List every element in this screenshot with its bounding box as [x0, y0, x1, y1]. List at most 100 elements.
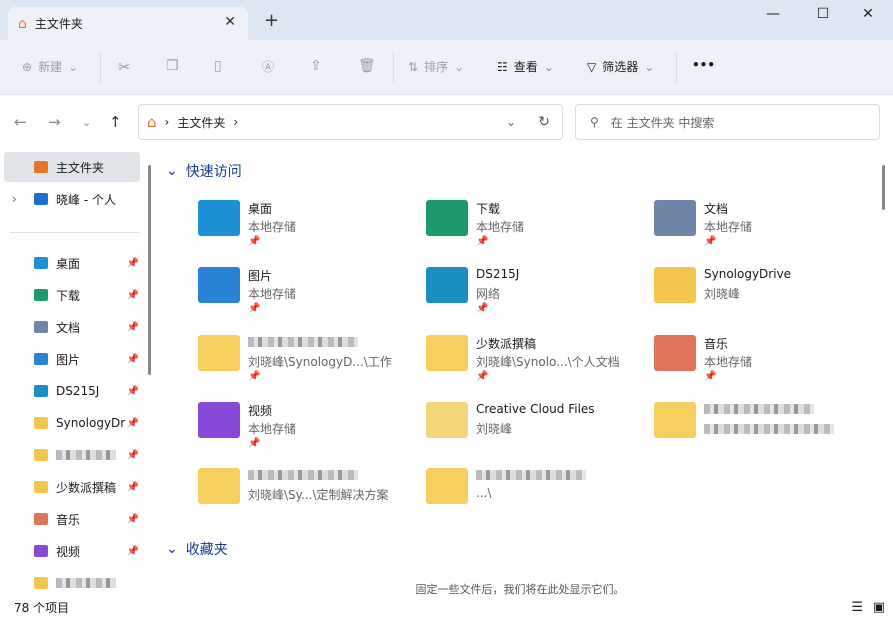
- trash-icon: 🗑: [358, 58, 376, 74]
- close-button[interactable]: ✕: [853, 6, 883, 22]
- folder-icon: [426, 267, 468, 303]
- quick-access-item[interactable]: ...\: [426, 468, 646, 528]
- sidebar-item[interactable]: 少数派撰稿 📌: [0, 472, 145, 502]
- sort-button[interactable]: ⇅ 排序 ⌄: [408, 58, 464, 75]
- sidebar-item[interactable]: 桌面 📌: [0, 248, 145, 278]
- chevron-down-icon: ⌄: [68, 59, 79, 74]
- address-dropdown-icon[interactable]: ⌄: [506, 115, 516, 129]
- folder-icon: [34, 353, 48, 365]
- item-name: Creative Cloud Files: [476, 402, 595, 416]
- pin-icon: 📌: [126, 353, 139, 365]
- breadcrumb-home[interactable]: 主文件夹: [177, 114, 225, 131]
- minimize-button[interactable]: —: [758, 6, 788, 22]
- favorites-title: 收藏夹: [185, 542, 228, 558]
- quick-access-item[interactable]: 视频 本地存储 📌: [198, 402, 418, 462]
- pin-icon: 📌: [126, 417, 139, 429]
- blurred-name: [248, 337, 358, 347]
- sidebar-item-label: DS215J: [56, 384, 100, 398]
- sidebar-item[interactable]: 下载 📌: [0, 280, 145, 310]
- sidebar-item[interactable]: [0, 568, 145, 598]
- quick-access-item[interactable]: 少数派撰稿 刘晓峰\Synolo...\个人文档 📌: [426, 335, 646, 395]
- sidebar-item[interactable]: 视频 📌: [0, 536, 145, 566]
- rename-button[interactable]: Ⓐ: [262, 58, 274, 75]
- quick-access-item[interactable]: 刘晓峰\SynologyD...\工作 📌: [198, 335, 418, 395]
- new-button[interactable]: ⊕ 新建 ⌄: [22, 58, 78, 75]
- sidebar-item[interactable]: › 晓峰 - 个人: [0, 184, 145, 214]
- details-view-icon[interactable]: ☰: [851, 600, 863, 615]
- quick-access-item[interactable]: Creative Cloud Files 刘晓峰: [426, 402, 646, 462]
- item-location: 本地存储: [476, 220, 525, 234]
- more-button[interactable]: •••: [692, 58, 715, 72]
- item-location: 刘晓峰\SynologyD...\工作: [248, 355, 392, 369]
- blurred-name: [248, 470, 358, 480]
- sidebar-scrollbar[interactable]: [148, 165, 151, 375]
- content-scrollbar[interactable]: [882, 165, 885, 210]
- delete-button[interactable]: 🗑: [358, 58, 376, 74]
- folder-icon: [34, 289, 48, 301]
- item-name: DS215J: [476, 267, 520, 281]
- copy-button[interactable]: ❐: [166, 58, 179, 74]
- quick-access-item[interactable]: 桌面 本地存储 📌: [198, 200, 418, 260]
- filter-label: 筛选器: [602, 60, 639, 74]
- favorites-header[interactable]: ⌄ 收藏夹: [166, 539, 228, 559]
- pin-icon: 📌: [704, 371, 717, 382]
- paste-button[interactable]: ▯: [214, 58, 222, 74]
- address-bar[interactable]: ⌂ › 主文件夹 › ⌄ ↻: [138, 104, 563, 140]
- filter-icon: ▽: [587, 59, 597, 74]
- folder-icon: [34, 385, 48, 397]
- sidebar-item[interactable]: 📌: [0, 440, 145, 470]
- pin-icon: 📌: [248, 371, 261, 382]
- pin-icon: 📌: [704, 236, 717, 247]
- sidebar-item-label: 图片: [56, 352, 81, 367]
- folder-icon: [654, 335, 696, 371]
- pin-icon: 📌: [476, 236, 489, 247]
- item-name: SynologyDrive: [704, 267, 792, 281]
- list-icon: ☷: [497, 59, 508, 74]
- sidebar-item-label: 少数派撰稿: [56, 480, 117, 495]
- sidebar-item[interactable]: 音乐 📌: [0, 504, 145, 534]
- status-bar: 78 个项目 ☰ ▣: [0, 596, 893, 619]
- tab-home[interactable]: ⌂ 主文件夹 ✕: [8, 7, 248, 40]
- sidebar-item[interactable]: 文档 📌: [0, 312, 145, 342]
- quick-access-item[interactable]: 音乐 本地存储 📌: [654, 335, 874, 395]
- blurred-label: [56, 450, 116, 460]
- share-icon: ⇪: [310, 58, 322, 74]
- quick-access-item[interactable]: [654, 402, 874, 462]
- back-icon[interactable]: ←: [14, 113, 27, 131]
- quick-access-item[interactable]: 文档 本地存储 📌: [654, 200, 874, 260]
- chevron-down-icon: ⌄: [543, 59, 554, 74]
- new-tab-button[interactable]: +: [264, 10, 279, 31]
- navigation-pane: 主文件夹 › 晓峰 - 个人 桌面 📌 下载 📌 文档 📌 图片 📌 DS215J 📌 SynologyD…: [0, 151, 155, 596]
- title-bar: ⌂ 主文件夹 ✕ + — ☐ ✕: [0, 0, 893, 40]
- forward-icon[interactable]: →: [48, 113, 61, 131]
- quick-access-header[interactable]: ⌄ 快速访问: [166, 161, 242, 181]
- sidebar-item[interactable]: 图片 📌: [0, 344, 145, 374]
- quick-access-item[interactable]: 图片 本地存储 📌: [198, 267, 418, 327]
- sidebar-item[interactable]: SynologyDr 📌: [0, 408, 145, 438]
- divider: [100, 52, 101, 82]
- quick-access-item[interactable]: DS215J 网络 📌: [426, 267, 646, 327]
- chevron-down-icon: ⌄: [166, 163, 178, 179]
- breadcrumb-separator[interactable]: ›: [233, 115, 238, 129]
- up-icon[interactable]: ↑: [109, 113, 122, 131]
- recent-chevron-icon[interactable]: ⌄: [82, 116, 91, 129]
- view-button[interactable]: ☷ 查看 ⌄: [497, 58, 554, 75]
- quick-access-item[interactable]: 刘晓峰\Sy...\定制解决方案: [198, 468, 418, 528]
- expand-chevron-icon[interactable]: ›: [12, 192, 17, 206]
- share-button[interactable]: ⇪: [310, 58, 322, 74]
- tiles-view-icon[interactable]: ▣: [873, 600, 885, 615]
- divider: [393, 52, 394, 82]
- item-name: 音乐: [704, 337, 729, 351]
- cut-button[interactable]: ✂: [118, 58, 131, 76]
- close-tab-icon[interactable]: ✕: [224, 14, 236, 30]
- filter-button[interactable]: ▽ 筛选器 ⌄: [587, 58, 654, 75]
- sidebar-item[interactable]: DS215J 📌: [0, 376, 145, 406]
- sidebar-item[interactable]: 主文件夹: [4, 152, 140, 182]
- quick-access-item[interactable]: 下载 本地存储 📌: [426, 200, 646, 260]
- quick-access-item[interactable]: SynologyDrive 刘晓峰: [654, 267, 874, 327]
- maximize-button[interactable]: ☐: [808, 6, 838, 22]
- refresh-icon[interactable]: ↻: [538, 114, 550, 130]
- view-label: 查看: [513, 60, 538, 74]
- search-box[interactable]: ⚲ 在 主文件夹 中搜索: [575, 104, 880, 140]
- rename-icon: Ⓐ: [262, 60, 275, 74]
